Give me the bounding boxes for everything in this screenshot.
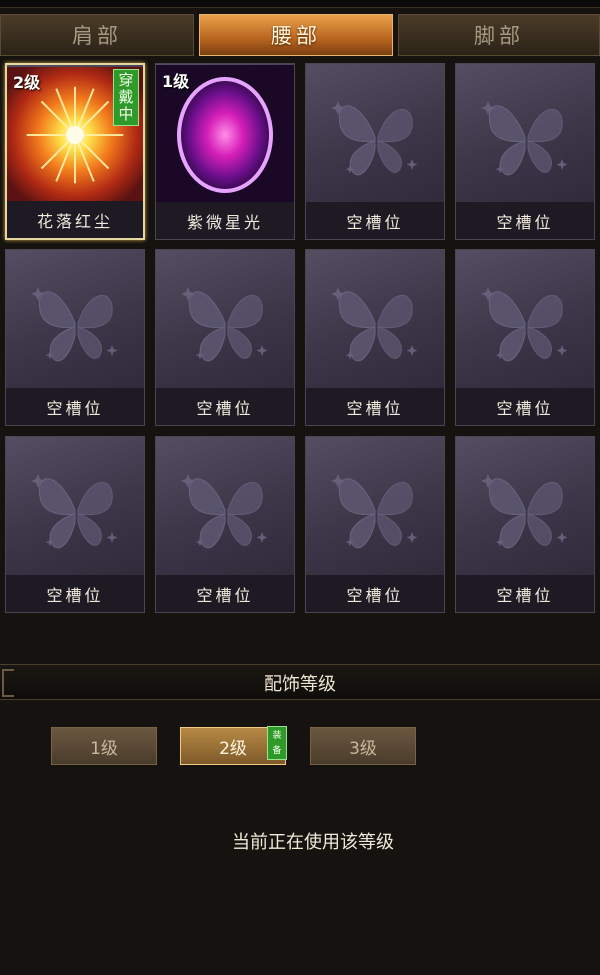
slot-name: 紫微星光 — [156, 202, 294, 239]
slot-name: 空槽位 — [306, 575, 444, 612]
status-text: 当前正在使用该等级 — [232, 832, 394, 853]
empty-slot[interactable]: 空槽位 — [5, 436, 145, 613]
tab-feet[interactable]: 脚部 — [398, 14, 600, 56]
butterfly-placeholder-icon — [156, 250, 294, 390]
level-3-button[interactable]: 3级 — [310, 727, 416, 765]
section-header: 配饰等级 — [0, 664, 600, 700]
accessory-grid: 2级 穿戴中花落红尘 1级 紫微星光 空槽位 空槽位 空槽位 空槽位 空槽位 空槽… — [0, 58, 600, 618]
empty-slot[interactable]: 空槽位 — [455, 63, 595, 240]
butterfly-placeholder-icon — [456, 250, 594, 390]
butterfly-placeholder-icon — [306, 437, 444, 577]
wearing-badge: 穿戴中 — [113, 69, 139, 126]
slot-name: 空槽位 — [456, 202, 594, 239]
empty-slot[interactable]: 空槽位 — [155, 249, 295, 426]
slot-name: 空槽位 — [6, 575, 144, 612]
slot-name: 空槽位 — [156, 388, 294, 425]
butterfly-placeholder-icon — [156, 437, 294, 577]
slot-name: 花落红尘 — [7, 201, 143, 238]
accessory-slot[interactable]: 1级紫微星光 — [155, 63, 295, 240]
accessory-slot[interactable]: 2级 穿戴中花落红尘 — [5, 63, 145, 240]
butterfly-placeholder-icon — [456, 437, 594, 577]
butterfly-placeholder-icon — [306, 250, 444, 390]
slot-level: 2级 — [13, 73, 41, 92]
empty-slot[interactable]: 空槽位 — [305, 436, 445, 613]
top-strip — [0, 0, 600, 8]
empty-slot[interactable]: 空槽位 — [5, 249, 145, 426]
empty-slot[interactable]: 空槽位 — [455, 249, 595, 426]
slot-name: 空槽位 — [456, 388, 594, 425]
slot-name: 空槽位 — [306, 388, 444, 425]
slot-name: 空槽位 — [156, 575, 294, 612]
slot-name: 空槽位 — [306, 202, 444, 239]
slot-name: 空槽位 — [456, 575, 594, 612]
section-title: 配饰等级 — [264, 674, 336, 695]
tab-shoulder[interactable]: 肩部 — [0, 14, 194, 56]
empty-slot[interactable]: 空槽位 — [305, 63, 445, 240]
tab-waist[interactable]: 腰部 — [199, 14, 393, 56]
butterfly-placeholder-icon — [6, 437, 144, 577]
butterfly-placeholder-icon — [306, 64, 444, 204]
part-tabs: 肩部 腰部 脚部 — [0, 12, 600, 58]
empty-slot[interactable]: 空槽位 — [455, 436, 595, 613]
level-1-button[interactable]: 1级 — [51, 727, 157, 765]
butterfly-placeholder-icon — [456, 64, 594, 204]
slot-name: 空槽位 — [6, 388, 144, 425]
butterfly-placeholder-icon — [6, 250, 144, 390]
equipped-badge: 装备 — [267, 726, 287, 760]
slot-level: 1级 — [162, 72, 190, 91]
empty-slot[interactable]: 空槽位 — [305, 249, 445, 426]
empty-slot[interactable]: 空槽位 — [155, 436, 295, 613]
